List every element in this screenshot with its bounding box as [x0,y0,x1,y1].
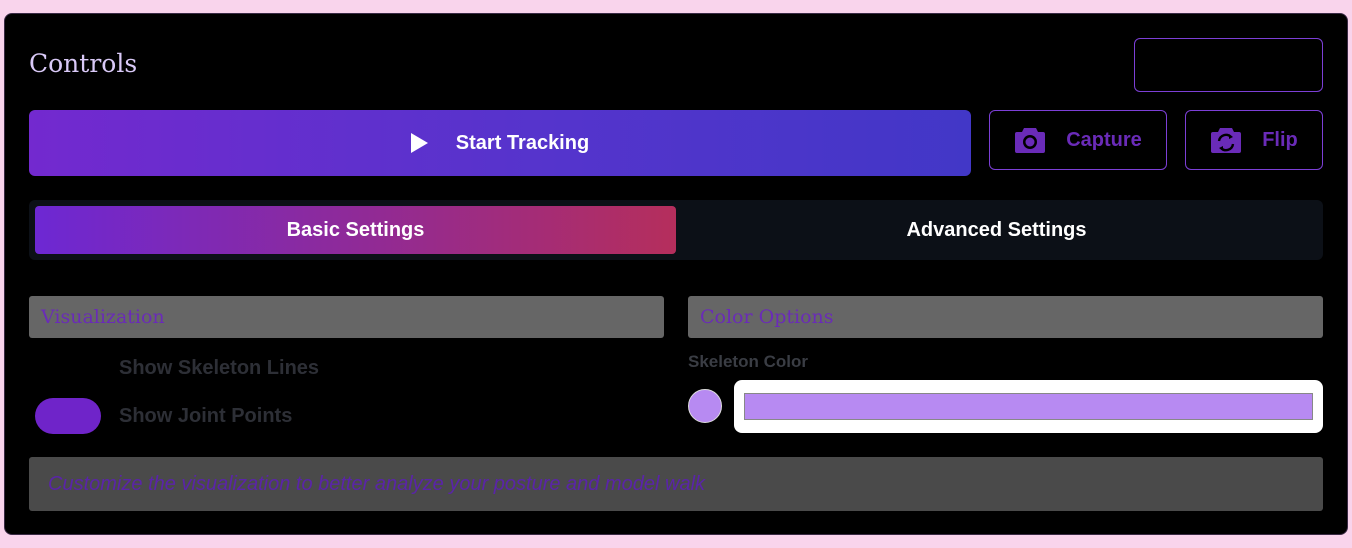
skeleton-color-swatch[interactable] [688,389,722,423]
settings-tabs: Basic Settings Advanced Settings [29,200,1323,260]
capture-label: Capture [1066,128,1142,151]
controls-panel: Controls Start Tracking Capture Flip Bas… [4,13,1348,535]
start-tracking-label: Start Tracking [455,131,590,154]
show-joint-points-row: Show Joint Points [35,397,292,435]
tab-advanced-settings[interactable]: Advanced Settings [676,206,1317,254]
controls-title: Controls [29,49,138,78]
capture-button[interactable]: Capture [989,110,1167,170]
show-skeleton-lines-toggle[interactable] [35,350,101,386]
show-skeleton-lines-row: Show Skeleton Lines [35,349,319,387]
skeleton-color-input[interactable] [734,380,1323,433]
camera-icon [1015,128,1046,153]
flip-label: Flip [1262,128,1298,151]
skeleton-color-preview [744,393,1313,420]
play-icon [410,133,428,153]
show-joint-points-label: Show Joint Points [119,404,293,427]
top-right-button[interactable] [1134,38,1323,92]
flip-camera-icon [1211,128,1242,153]
color-options-header: Color Options [688,296,1323,338]
tab-basic-settings[interactable]: Basic Settings [35,206,676,254]
show-skeleton-lines-label: Show Skeleton Lines [119,356,320,379]
show-joint-points-toggle[interactable] [35,398,101,434]
flip-button[interactable]: Flip [1185,110,1323,170]
start-tracking-button[interactable]: Start Tracking [29,110,971,176]
visualization-hint: Customize the visualization to better an… [29,457,1323,511]
skeleton-color-label: Skeleton Color [688,352,808,371]
visualization-header: Visualization [29,296,664,338]
